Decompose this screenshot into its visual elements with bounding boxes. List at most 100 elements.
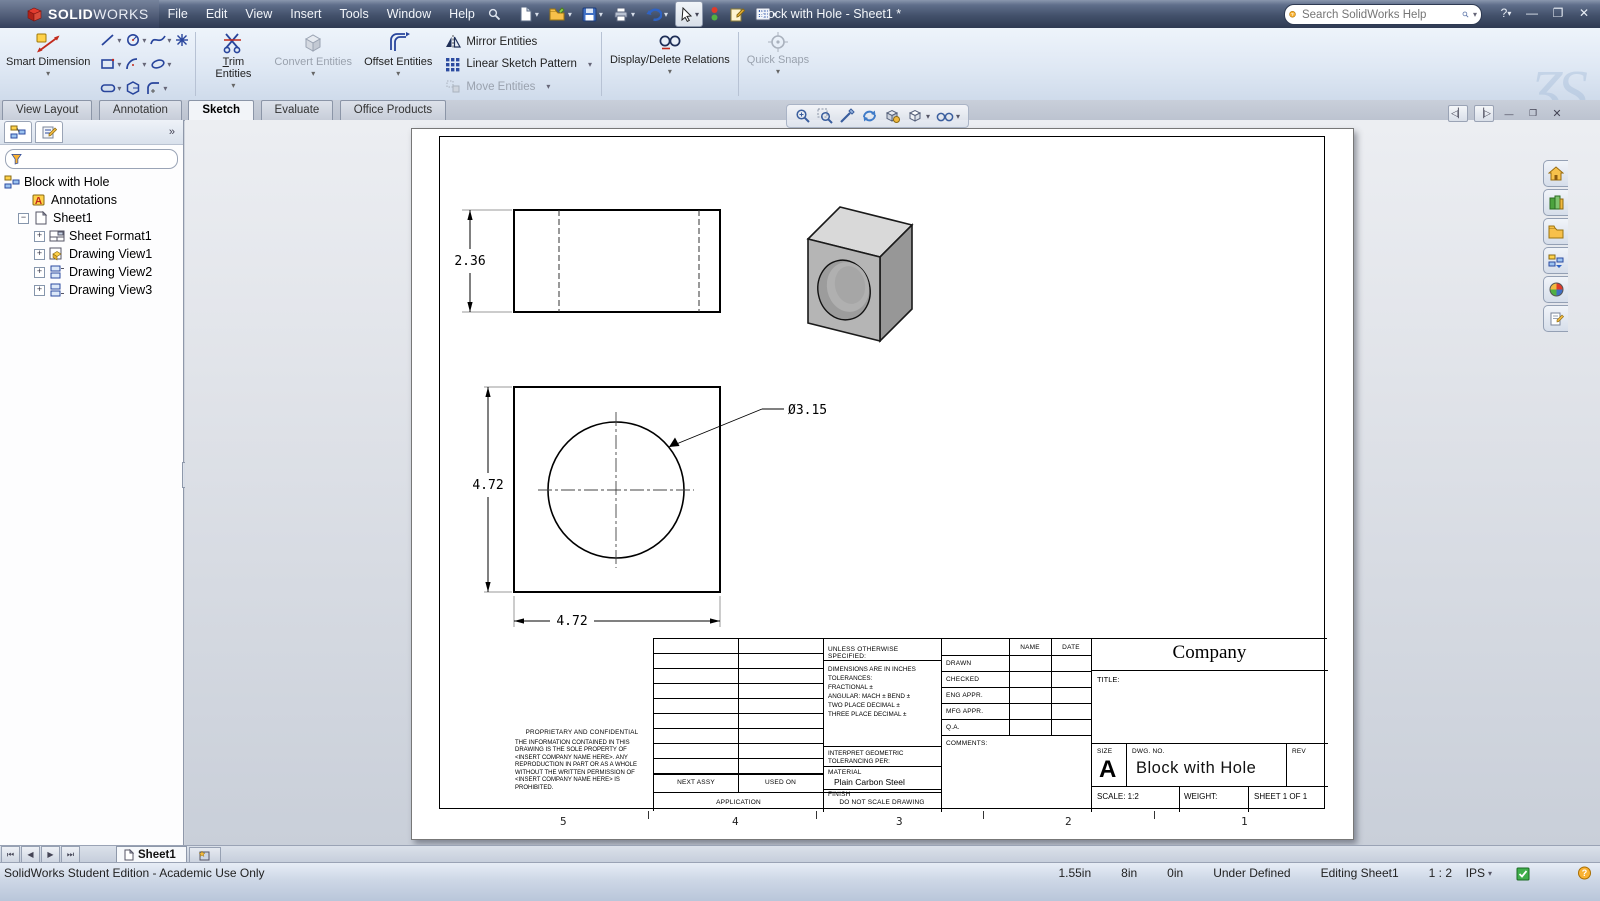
view-sketch-button[interactable] xyxy=(839,108,855,124)
display-style-button[interactable]: ▾ xyxy=(907,108,930,124)
file-properties-button[interactable] xyxy=(726,1,748,27)
search-dropdown-caret[interactable]: ▾ xyxy=(1473,10,1477,19)
smart-dimension-button[interactable]: Smart Dimension ▾ xyxy=(0,28,96,100)
collapse-left-pane-button[interactable]: ◁▏ xyxy=(1448,105,1468,122)
line-tool[interactable]: ▾ xyxy=(98,32,122,48)
drawing-sheet[interactable]: 5 4 3 2 1 2.36 xyxy=(411,128,1354,840)
view-palette-tab[interactable] xyxy=(1543,276,1568,303)
graphics-area[interactable]: 5 4 3 2 1 2.36 xyxy=(185,120,1600,845)
polygon-tool[interactable] xyxy=(123,80,143,96)
add-sheet-tab[interactable] xyxy=(189,847,221,862)
trim-entities-button[interactable]: TrimTrim EntitiesEntities ▾ xyxy=(198,28,268,100)
tree-item-sheet1[interactable]: − Sheet1 xyxy=(0,209,183,227)
display-delete-relations-caret[interactable]: ▾ xyxy=(668,67,672,76)
rectangle-tool[interactable]: ▾ xyxy=(98,56,122,72)
home-tab[interactable] xyxy=(1543,160,1568,187)
menu-insert[interactable]: Insert xyxy=(281,2,330,26)
propertymanager-tab[interactable] xyxy=(35,121,63,143)
save-button[interactable]: ▾ xyxy=(579,1,606,27)
expand-box[interactable]: + xyxy=(34,231,45,242)
menu-file[interactable]: File xyxy=(159,2,197,26)
menu-tools[interactable]: Tools xyxy=(331,2,378,26)
app-help-button[interactable]: ?▾ xyxy=(1494,4,1518,22)
display-delete-relations-button[interactable]: Display/Delete Relations ▾ xyxy=(604,28,736,100)
tree-item-annotations[interactable]: A Annotations xyxy=(0,191,183,209)
hole-diameter-callout[interactable]: Ø3.15 xyxy=(788,403,827,418)
tree-item-drawing-view3[interactable]: + Drawing View3 xyxy=(0,281,183,299)
zoom-to-fit-button[interactable] xyxy=(795,108,811,124)
open-button[interactable]: ▾ xyxy=(546,1,575,27)
design-library-tab[interactable] xyxy=(1543,218,1568,245)
custom-properties-tab[interactable] xyxy=(1543,305,1568,332)
move-entities-button[interactable]: Move Entities ▾ xyxy=(442,78,595,95)
move-entities-caret[interactable]: ▾ xyxy=(546,82,550,91)
zoom-to-area-button[interactable] xyxy=(817,108,833,124)
slot-tool[interactable]: ▾ xyxy=(98,80,122,96)
tab-sketch[interactable]: Sketch xyxy=(188,100,254,120)
arc-tool[interactable]: ▾ xyxy=(123,56,147,72)
print-button[interactable]: ▾ xyxy=(610,1,638,27)
tree-root-block-with-hole[interactable]: Block with Hole xyxy=(0,173,183,191)
expand-box[interactable]: + xyxy=(34,285,45,296)
next-sheet-button[interactable]: ▶ xyxy=(41,846,60,863)
close-button[interactable]: ✕ xyxy=(1572,4,1596,22)
offset-entities-button[interactable]: Offset Entities ▾ xyxy=(358,28,438,100)
tags-status-icon[interactable] xyxy=(1516,867,1530,881)
tab-annotation[interactable]: Annotation xyxy=(99,100,182,120)
collapse-box[interactable]: − xyxy=(18,213,29,224)
tree-item-sheet-format1[interactable]: + Sheet Format1 xyxy=(0,227,183,245)
search-icon[interactable] xyxy=(1462,8,1469,21)
mirror-entities-button[interactable]: Mirror Entities xyxy=(442,33,595,50)
smart-dimension-caret[interactable]: ▾ xyxy=(46,69,50,78)
convert-entities-caret[interactable]: ▾ xyxy=(311,69,315,78)
tab-office-products[interactable]: Office Products xyxy=(340,100,446,120)
select-tool-button[interactable]: ▾ xyxy=(675,1,703,27)
solidworks-resources-tab[interactable] xyxy=(1543,189,1568,216)
search-input[interactable] xyxy=(1300,8,1458,22)
3d-drawing-view-button[interactable] xyxy=(884,108,901,124)
menu-pin-icon[interactable] xyxy=(484,5,505,24)
help-search[interactable]: ? ▾ xyxy=(1284,4,1482,25)
expand-box[interactable]: + xyxy=(34,249,45,260)
menu-help[interactable]: Help xyxy=(440,2,484,26)
dimension-height[interactable]: 4.72 xyxy=(472,478,503,493)
dimension-depth[interactable]: 2.36 xyxy=(454,254,485,269)
drawing-view-isometric[interactable] xyxy=(800,193,935,358)
units-selector[interactable]: IPS ▾ xyxy=(1466,866,1492,880)
doc-close-button[interactable]: ✕ xyxy=(1548,106,1566,121)
minimize-button[interactable]: — xyxy=(1520,4,1544,22)
tree-filter[interactable] xyxy=(5,149,178,169)
drawing-view-front[interactable]: 4.72 4.72 Ø3.15 xyxy=(432,377,852,639)
trim-entities-caret[interactable]: ▾ xyxy=(231,81,235,90)
point-tool[interactable] xyxy=(173,32,191,48)
linear-sketch-pattern-button[interactable]: Linear Sketch Pattern ▾ xyxy=(442,56,595,73)
rebuild-traffic-icon[interactable] xyxy=(707,1,722,27)
tree-item-drawing-view2[interactable]: + Drawing View2 xyxy=(0,263,183,281)
sheet1-tab[interactable]: Sheet1 xyxy=(116,846,187,863)
tab-evaluate[interactable]: Evaluate xyxy=(261,100,334,120)
quick-snaps-caret[interactable]: ▾ xyxy=(776,67,780,76)
circle-tool[interactable]: ▾ xyxy=(123,32,147,48)
dimension-width[interactable]: 4.72 xyxy=(556,614,587,629)
quick-tips-icon[interactable]: ? xyxy=(1577,866,1592,881)
restore-button[interactable]: ❐ xyxy=(1546,4,1570,22)
new-document-button[interactable]: ▾ xyxy=(515,1,542,27)
hide-show-items-button[interactable]: ▾ xyxy=(936,109,960,123)
convert-entities-button[interactable]: Convert Entities ▾ xyxy=(268,28,358,100)
menu-window[interactable]: Window xyxy=(378,2,440,26)
quick-snaps-button[interactable]: Quick Snaps ▾ xyxy=(741,28,815,100)
rotate-view-button[interactable] xyxy=(861,108,878,124)
menu-view[interactable]: View xyxy=(236,2,281,26)
tab-view-layout[interactable]: View Layout xyxy=(2,100,92,120)
panel-collapse-chevron[interactable]: » xyxy=(169,126,179,138)
fillet-tool[interactable]: ▾ xyxy=(144,80,168,96)
collapse-right-pane-button[interactable]: ▕▷ xyxy=(1474,105,1494,122)
file-explorer-tab[interactable] xyxy=(1543,247,1568,274)
menu-edit[interactable]: Edit xyxy=(197,2,237,26)
tree-item-drawing-view1[interactable]: + Drawing View1 xyxy=(0,245,183,263)
last-sheet-button[interactable]: ⏭ xyxy=(61,846,80,863)
filter-input[interactable] xyxy=(26,152,172,166)
drawing-view-top[interactable]: 2.36 xyxy=(432,201,732,323)
spline-tool[interactable]: ▾ xyxy=(148,32,172,48)
offset-entities-caret[interactable]: ▾ xyxy=(396,69,400,78)
